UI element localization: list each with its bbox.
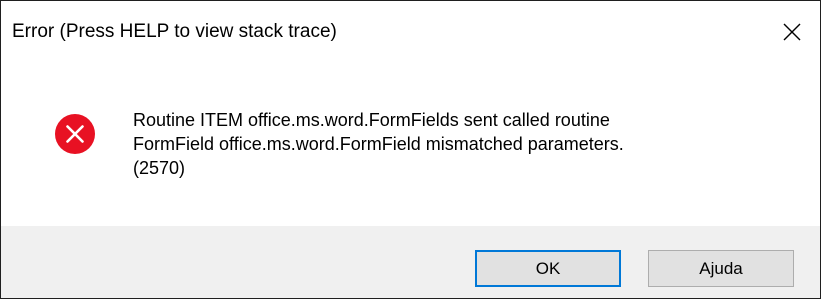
close-icon (783, 23, 801, 41)
button-bar: OK Ajuda (1, 226, 820, 298)
error-icon (55, 114, 95, 154)
error-message: Routine ITEM office.ms.word.FormFields s… (133, 108, 624, 180)
title-bar[interactable]: Error (Press HELP to view stack trace) (1, 1, 820, 63)
ok-button[interactable]: OK (475, 250, 621, 287)
message-line: Routine ITEM office.ms.word.FormFields s… (133, 110, 610, 130)
message-line: (2570) (133, 158, 186, 178)
close-button[interactable] (764, 1, 820, 63)
dialog-title: Error (Press HELP to view stack trace) (12, 21, 337, 42)
error-dialog: Error (Press HELP to view stack trace) R… (0, 0, 821, 299)
message-area: Routine ITEM office.ms.word.FormFields s… (1, 63, 820, 226)
message-line: FormField office.ms.word.FormField misma… (133, 134, 624, 154)
help-button[interactable]: Ajuda (648, 250, 794, 287)
